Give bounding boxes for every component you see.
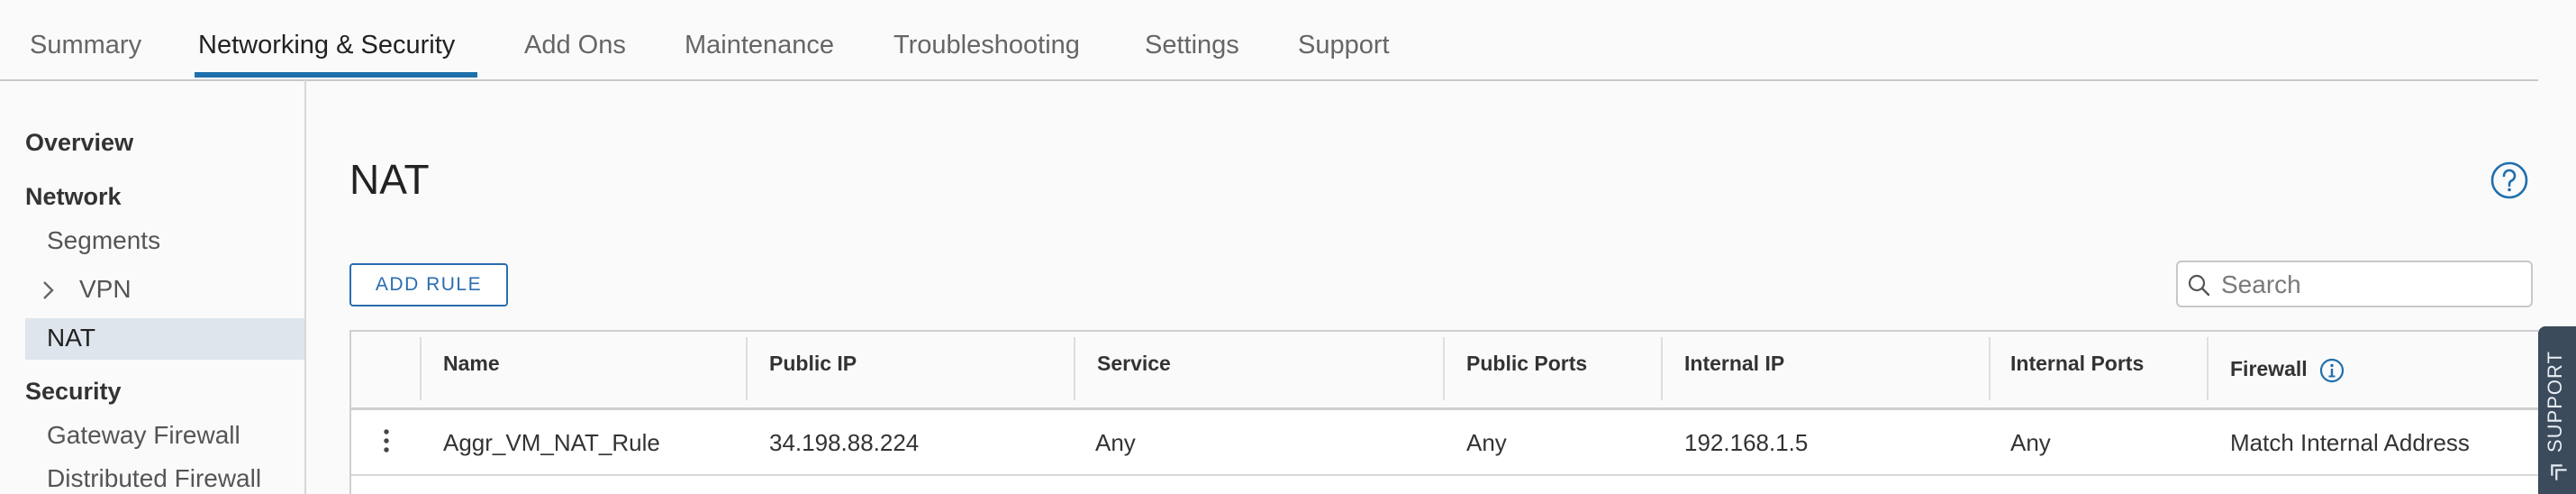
cell-internal-ports: Any [2010, 429, 2051, 456]
tab-maintenance[interactable]: Maintenance [685, 31, 834, 60]
search-icon [2188, 274, 2210, 297]
tab-support[interactable]: Support [1298, 31, 1390, 60]
row-divider [351, 474, 2538, 476]
column-divider [1074, 337, 1075, 400]
kebab-menu-icon[interactable] [382, 427, 391, 454]
column-header-public-ports[interactable]: Public Ports [1466, 352, 1587, 376]
add-rule-button[interactable]: ADD RULE [349, 263, 508, 306]
sidebar-item-segments[interactable]: Segments [47, 226, 160, 255]
tab-add-ons[interactable]: Add Ons [524, 31, 626, 60]
support-tab-label: SUPPORT [2544, 351, 2566, 453]
cell-service: Any [1095, 429, 1136, 456]
column-header-internal-ports[interactable]: Internal Ports [2010, 352, 2144, 376]
table-header: Name Public IP Service Public Ports Inte… [351, 332, 2538, 410]
column-divider [746, 337, 748, 400]
help-icon[interactable] [2490, 160, 2529, 200]
cell-public-ip: 34.198.88.224 [769, 429, 920, 456]
active-tab-indicator [195, 72, 477, 78]
sidebar-heading-network: Network [25, 183, 122, 210]
page-title: NAT [349, 156, 430, 203]
sidebar-heading-security: Security [25, 378, 122, 405]
sidebar-item-overview[interactable]: Overview [25, 129, 133, 157]
sidebar-item-vpn[interactable]: VPN [79, 275, 132, 304]
search-input[interactable] [2219, 270, 2520, 300]
chevron-right-icon[interactable] [36, 279, 59, 302]
sidebar-item-distributed-firewall[interactable]: Distributed Firewall [47, 464, 261, 493]
tab-settings[interactable]: Settings [1145, 31, 1239, 60]
cell-public-ports: Any [1466, 429, 1507, 456]
tab-summary[interactable]: Summary [30, 31, 141, 60]
top-tab-bar: Summary Networking & Security Add Ons Ma… [0, 0, 2538, 81]
search-box [2176, 261, 2533, 307]
cell-name: Aggr_VM_NAT_Rule [443, 429, 660, 456]
sidebar-nav: Overview Network Segments VPN NAT Securi… [0, 80, 306, 494]
sidebar-item-gateway-firewall[interactable]: Gateway Firewall [47, 421, 240, 450]
tab-troubleshooting[interactable]: Troubleshooting [893, 31, 1080, 60]
column-header-name[interactable]: Name [443, 352, 500, 376]
chevron-double-up-icon [2551, 464, 2567, 480]
column-divider [1661, 337, 1663, 400]
cell-internal-ip: 192.168.1.5 [1684, 429, 1809, 456]
column-header-firewall[interactable]: Firewall [2230, 357, 2308, 381]
column-header-public-ip[interactable]: Public IP [769, 352, 857, 376]
cell-firewall: Match Internal Address [2230, 429, 2470, 456]
column-header-internal-ip[interactable]: Internal IP [1684, 352, 1784, 376]
column-divider [1443, 337, 1445, 400]
column-divider [420, 337, 422, 400]
info-icon[interactable] [2318, 357, 2345, 384]
column-divider [1989, 337, 1991, 400]
tab-networking-security[interactable]: Networking & Security [198, 31, 455, 60]
column-divider [2207, 337, 2209, 400]
column-header-service[interactable]: Service [1097, 352, 1171, 376]
support-side-tab[interactable]: SUPPORT [2538, 326, 2576, 494]
sidebar-item-nat[interactable]: NAT [47, 324, 95, 352]
nat-rules-table: Name Public IP Service Public Ports Inte… [349, 330, 2538, 494]
